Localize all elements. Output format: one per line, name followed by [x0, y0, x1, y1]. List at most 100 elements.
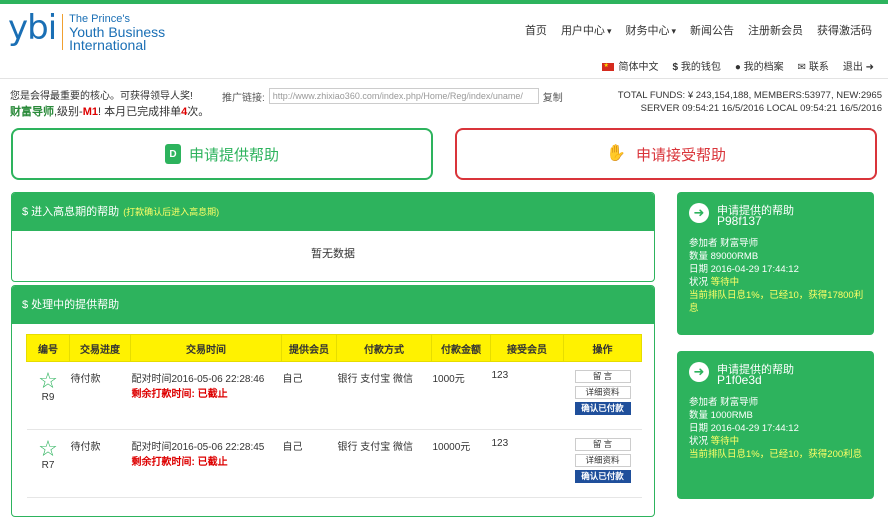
language-selector[interactable]: 简体中文 — [602, 58, 658, 73]
side-card-status-label: 状况 — [689, 436, 709, 447]
nav-home[interactable]: 首页 — [525, 22, 547, 38]
promo-link-row: 推广链接: 复制 — [222, 88, 563, 104]
side-card[interactable]: ➜ 申请提供的帮助 P1f0e3d 参加者 财富导师 数量 1000RMB 日期… — [677, 351, 874, 499]
side-card-status-line: 状况 等待中 — [689, 435, 869, 448]
row-time: 配对时间2016-05-06 22:28:45 — [131, 442, 265, 453]
wallet-link[interactable]: $ 我的钱包 — [672, 58, 720, 73]
nav-register[interactable]: 注册新会员 — [748, 22, 803, 38]
detail-button[interactable]: 详细资料 — [574, 386, 631, 399]
main-nav: 首页 用户中心 财务中心 新闻公告 注册新会员 获得激活码 — [525, 22, 872, 38]
language-label: 简体中文 — [618, 62, 659, 73]
accept-help-button[interactable]: ✋ 申请接受帮助 — [455, 128, 877, 180]
col-amount: 付款金额 — [431, 334, 491, 362]
row-remaining: 剩余打款时间: 已截止 — [132, 385, 281, 400]
nav-user-center[interactable]: 用户中心 — [561, 22, 612, 38]
stats-time: SERVER 09:54:21 16/5/2016 LOCAL 09:54:21… — [640, 103, 882, 114]
contact-link[interactable]: ✉ 联系 — [798, 58, 829, 73]
col-receiver: 接受会员 — [490, 334, 564, 362]
row-id-cell: ☆ R9 — [26, 361, 70, 430]
side-card[interactable]: ➜ 申请提供的帮助 P98f137 参加者 财富导师 数量 89000RMB 日… — [677, 192, 874, 335]
side-card-participant: 参加者 财富导师 — [689, 397, 759, 408]
remaining-value: 已截止 — [197, 457, 228, 468]
logout-icon: ➜ — [865, 62, 874, 73]
side-card-body: 参加者 财富导师 数量 89000RMB 日期 2016-04-29 17:44… — [689, 237, 869, 315]
star-icon[interactable]: ☆ — [28, 438, 69, 460]
side-card-note: 当前排队日息1%，已经10，获得200利息 — [689, 449, 863, 460]
row-time-cell: 配对时间2016-05-06 22:28:46 剩余打款时间: 已截止 — [130, 361, 282, 430]
row-receiver: 123 — [490, 429, 564, 498]
row-progress: 待付款 — [69, 361, 131, 430]
copy-button[interactable]: 复制 — [543, 89, 563, 104]
confirm-paid-button[interactable]: 确认已付款 — [574, 402, 631, 415]
side-card-body: 参加者 财富导师 数量 1000RMB 日期 2016-04-29 17:44:… — [689, 396, 869, 461]
contact-label: 联系 — [808, 62, 829, 73]
table-header-row: 编号 交易进度 交易时间 提供会员 付款方式 付款金额 接受会员 操作 — [26, 334, 642, 362]
accept-help-label: 申请接受帮助 — [635, 146, 726, 164]
header-divider — [0, 78, 888, 79]
user-rank-line: 财富导师,级别-M1! 本月已完成排单4次。 — [10, 103, 209, 119]
col-action: 操作 — [563, 334, 642, 362]
promo-label: 推广链接: — [222, 92, 265, 104]
nav-finance-center[interactable]: 财务中心 — [625, 22, 676, 38]
provide-help-button[interactable]: D 申请提供帮助 — [11, 128, 433, 180]
side-card-status: 等待中 — [710, 277, 740, 288]
row-actions: 留 言 详细资料 确认已付款 — [563, 429, 642, 498]
remaining-label: 剩余打款时间: — [131, 457, 195, 468]
col-time: 交易时间 — [130, 334, 282, 362]
stats-funds: TOTAL FUNDS: ¥ 243,154,188, MEMBERS:5397… — [617, 90, 882, 101]
side-card-participant: 参加者 财富导师 — [689, 238, 759, 249]
row-time: 配对时间2016-05-06 22:28:46 — [131, 374, 265, 385]
side-card-code: P98f137 — [717, 214, 762, 228]
high-interest-subtitle: (打款确认后进入高息期) — [123, 207, 220, 217]
logout-link[interactable]: 退出 ➜ — [843, 58, 874, 73]
row-method: 银行 支付宝 微信 — [336, 429, 432, 498]
row-provider: 自己 — [281, 429, 337, 498]
nav-news[interactable]: 新闻公告 — [690, 22, 734, 38]
message-button[interactable]: 留 言 — [574, 438, 631, 451]
row-progress: 待付款 — [69, 429, 131, 498]
high-interest-title: $ 进入高息期的帮助 — [22, 206, 120, 218]
side-card-status-line: 状况 等待中 — [689, 276, 869, 289]
envelope-icon: ✉ — [797, 62, 807, 73]
promo-link-input[interactable] — [268, 88, 539, 104]
row-actions: 留 言 详细资料 确认已付款 — [563, 361, 642, 430]
top-accent-bar — [0, 0, 888, 4]
logo[interactable]: ybi The Prince's Youth Business Internat… — [8, 10, 165, 52]
welcome-text: 您是会得最重要的核心。可获得领导人奖! — [10, 91, 193, 102]
empty-state: 暂无数据 — [311, 248, 355, 260]
processing-table: 编号 交易进度 交易时间 提供会员 付款方式 付款金额 接受会员 操作 ☆ R9… — [26, 334, 642, 498]
provide-help-label: 申请提供帮助 — [188, 146, 279, 164]
arrow-right-icon[interactable]: ➜ — [689, 203, 709, 223]
star-icon[interactable]: ☆ — [28, 370, 69, 392]
nav-activation-code[interactable]: 获得激活码 — [817, 22, 872, 38]
table-row: ☆ R7 待付款 配对时间2016-05-06 22:28:45 剩余打款时间:… — [26, 429, 642, 498]
profile-link[interactable]: ● 我的档案 — [735, 58, 784, 73]
hand-coins-icon: ✋ — [605, 145, 626, 162]
rank-prefix: ! 本月已完成排单 — [98, 106, 182, 118]
money-bag-icon: D — [164, 144, 181, 164]
side-card-note: 当前排队日息1%，已经10，获得17800利息 — [689, 290, 864, 314]
row-id-cell: ☆ R7 — [26, 429, 70, 498]
side-card-status: 等待中 — [710, 436, 740, 447]
logo-text: The Prince's Youth Business Internationa… — [69, 13, 165, 52]
row-amount: 10000元 — [431, 429, 491, 498]
remaining-value: 已截止 — [197, 389, 228, 400]
rank-suffix: 次。 — [187, 106, 210, 118]
user-icon: ● — [734, 62, 741, 73]
table-row: ☆ R9 待付款 配对时间2016-05-06 22:28:46 剩余打款时间:… — [26, 361, 642, 430]
row-provider: 自己 — [281, 361, 337, 430]
confirm-paid-button[interactable]: 确认已付款 — [574, 470, 631, 483]
high-interest-panel: $ 进入高息期的帮助 (打款确认后进入高息期) 暂无数据 — [11, 192, 655, 282]
detail-button[interactable]: 详细资料 — [574, 454, 631, 467]
side-card-qty: 数量 89000RMB — [689, 251, 759, 262]
col-id: 编号 — [26, 334, 70, 362]
row-id: R7 — [41, 460, 55, 471]
side-card-status-label: 状况 — [689, 277, 709, 288]
logout-label: 退出 — [842, 62, 863, 73]
message-button[interactable]: 留 言 — [574, 370, 631, 383]
side-card-date: 日期 2016-04-29 17:44:12 — [689, 423, 799, 434]
user-title: 财富导师 — [10, 106, 54, 118]
arrow-right-icon[interactable]: ➜ — [689, 362, 709, 382]
stats-panel: TOTAL FUNDS: ¥ 243,154,188, MEMBERS:5397… — [618, 89, 882, 115]
china-flag-icon — [602, 62, 615, 72]
